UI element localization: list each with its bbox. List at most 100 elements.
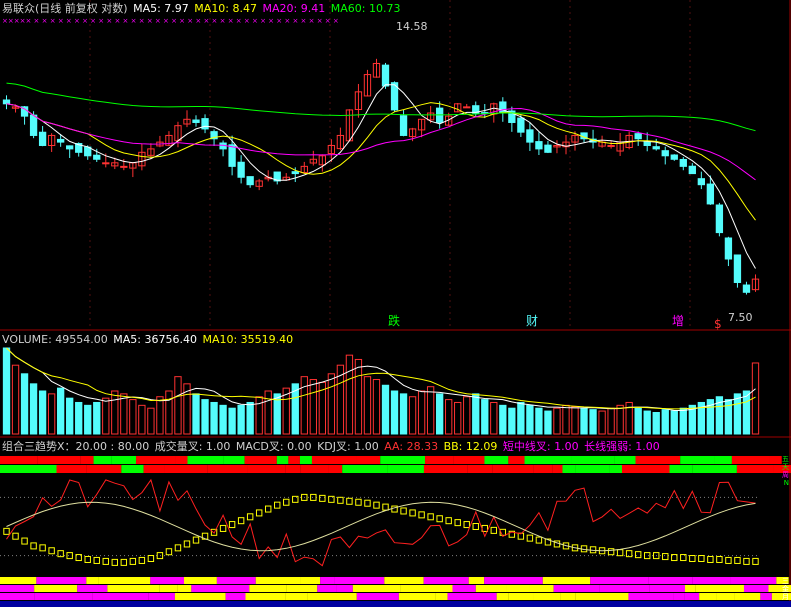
volume-bar [463, 396, 471, 435]
strip-segment [562, 465, 576, 473]
oscillator-mark [165, 548, 173, 556]
ma20-line [6, 103, 756, 181]
candle-body [670, 154, 678, 160]
oscillator-mark [328, 495, 335, 503]
volume-bar [580, 407, 588, 435]
strip-segment [621, 465, 670, 473]
strip-segment [571, 456, 615, 464]
oscillator-mark [3, 527, 10, 535]
volume-bar [38, 390, 47, 435]
volume-bar [147, 407, 155, 435]
candle-body [724, 237, 733, 260]
bottom-strip-segment [0, 585, 35, 592]
volume-bar [652, 412, 660, 435]
volume-bar [408, 396, 417, 435]
oscillator-mark [716, 555, 723, 563]
oscillator-mark [84, 555, 91, 563]
bottom-strip-segment [320, 577, 335, 584]
volume-bar [102, 397, 110, 435]
oscillator-mark [138, 556, 146, 564]
candle-body [706, 183, 715, 205]
volume-bar [120, 393, 128, 435]
bottom-strip-segment [92, 593, 149, 600]
oscillator-mark [30, 542, 37, 550]
strip-segment [425, 456, 454, 464]
volume-bar [138, 404, 146, 435]
tag-0: 五 [782, 455, 789, 463]
ma10-line [6, 102, 756, 221]
strip-segment [484, 456, 509, 464]
bottom-strip-segment [191, 585, 250, 592]
oscillator-mark [255, 509, 263, 517]
volume-bar [2, 347, 11, 435]
volume-bar [372, 379, 381, 435]
bottom-strip-segment [553, 585, 600, 592]
oscillator-mark [48, 547, 55, 555]
oscillator-mark [292, 495, 299, 503]
oscillator-mark [680, 554, 687, 562]
volume-bar [390, 390, 399, 435]
volume-bar [481, 399, 489, 435]
candle-body [742, 284, 751, 293]
oscillator-mark [373, 501, 380, 509]
strip-segment [175, 456, 188, 464]
price-header: 易联众(日线 前复权 对数) MA5: 7.97 MA10: 8.47 MA20… [2, 2, 402, 15]
strip-segment [56, 465, 87, 473]
candle-body [517, 117, 525, 133]
low-price-label: 7.50 [728, 311, 753, 324]
bottom-strip-segment [684, 593, 700, 600]
bottom-strip-segment [107, 585, 160, 592]
candle-body [733, 254, 742, 283]
bottom-strip-segment [695, 585, 744, 592]
bottom-strip-segment [285, 593, 308, 600]
volume-bar [499, 404, 507, 435]
right-tags-bottom: 三 金 月 [782, 577, 789, 601]
bottom-strip-segment [628, 593, 674, 600]
volume-bar [381, 384, 390, 435]
oscillator-mark [264, 505, 272, 513]
bottom-strip-segment [98, 577, 151, 584]
strip-segment [136, 456, 176, 464]
candle-body [29, 114, 38, 136]
volume-bar [29, 383, 38, 435]
volume-bar [327, 373, 336, 435]
oscillator-mark [174, 544, 182, 552]
strip-segment [299, 456, 312, 464]
strip-segment [731, 456, 770, 464]
bottom-strip-segment [245, 593, 286, 600]
right-tags: 五 天 周 N [782, 455, 789, 487]
oscillator-mark [228, 521, 236, 529]
oscillator-mark [463, 521, 470, 529]
volume-bar [742, 390, 751, 435]
oscillator-mark [310, 493, 317, 501]
volume-bar [562, 404, 570, 435]
bottom-strip-segment [699, 593, 717, 600]
strip-segment [533, 465, 553, 473]
oscillator-mark [237, 517, 245, 525]
ma20-label: MA20: 9.41 [262, 2, 326, 15]
oscillator-mark [39, 544, 46, 552]
volume-bar [11, 364, 20, 435]
ma5-line [6, 84, 756, 269]
bottom-strip-segment [300, 577, 321, 584]
bottom-strip-segment [743, 585, 769, 592]
volume-bar [553, 407, 561, 435]
marker-finance: 财 [526, 314, 539, 328]
macd-label: MACD叉: 0.00 [235, 440, 312, 453]
ma60-label: MA60: 10.73 [330, 2, 401, 15]
volume-bar [571, 406, 579, 435]
volume-bar [643, 410, 651, 435]
oscillator-mark [643, 552, 651, 560]
oscillator-mark [436, 515, 443, 523]
volume-bar [56, 387, 65, 435]
tag-5: 金 [782, 585, 789, 593]
candle-body [499, 101, 507, 114]
strip-segment [387, 465, 424, 473]
strip-segment [492, 465, 534, 473]
volume-bar [309, 379, 317, 435]
bottom-strip-segment [159, 585, 178, 592]
candle-body [102, 162, 110, 165]
candle-body [291, 171, 299, 175]
stock-chart-svg [0, 0, 791, 607]
volume-bar [616, 404, 624, 435]
